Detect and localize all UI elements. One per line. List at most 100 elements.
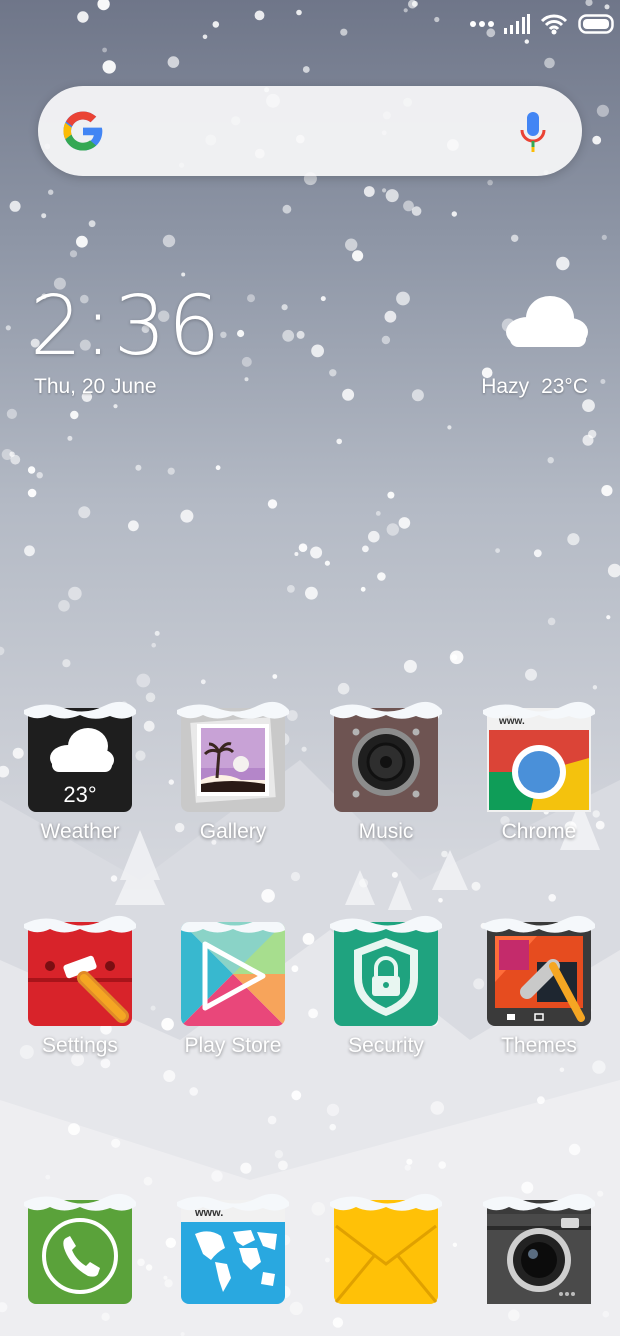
app-weather[interactable]: 23° Weather	[14, 701, 146, 844]
app-label: Chrome	[501, 820, 577, 843]
snow-cap	[24, 701, 136, 719]
app-security[interactable]: Security	[320, 915, 452, 1058]
browser-globe-icon: www.	[177, 1193, 289, 1304]
snowflake	[69, 250, 78, 258]
snowflake	[48, 189, 54, 195]
snowflake	[301, 746, 307, 752]
snowflake	[278, 1160, 288, 1171]
snowflake	[337, 682, 350, 695]
snowflake	[406, 1158, 413, 1165]
snowflake	[102, 60, 116, 74]
snowflake	[281, 304, 288, 311]
google-search-bar[interactable]	[38, 86, 582, 176]
snowflake	[368, 530, 380, 543]
app-play-store[interactable]: Play Store	[167, 922, 299, 1058]
themes-brush-icon	[483, 915, 595, 1026]
snowflake	[556, 256, 570, 271]
snowflake	[308, 1008, 318, 1019]
weather-summary[interactable]: Hazy 23°C	[469, 375, 588, 399]
snowflake	[163, 1070, 176, 1082]
snowflake	[274, 1150, 284, 1159]
snowflake	[601, 485, 613, 497]
snow-cap	[181, 922, 285, 933]
snowflake	[385, 189, 399, 203]
snowflake	[403, 8, 408, 13]
snowflake	[381, 335, 391, 345]
snowflake	[604, 4, 610, 10]
app-label: Themes	[501, 1034, 577, 1057]
google-g-icon	[63, 111, 103, 151]
phone-icon	[24, 1193, 136, 1304]
snowflake	[97, 0, 110, 11]
snowflake	[386, 523, 399, 536]
snowflake	[5, 325, 11, 331]
clock-date[interactable]: Thu, 20 June	[34, 375, 157, 399]
app-label: Music	[358, 820, 414, 843]
snowflake	[267, 499, 278, 509]
snowflake	[77, 11, 89, 23]
snowflake	[27, 466, 36, 474]
snowflake	[592, 135, 602, 145]
snowflake	[41, 213, 47, 219]
snowflake	[537, 1096, 545, 1105]
app-gallery[interactable]: Gallery	[167, 701, 299, 844]
app-chrome[interactable]: www. Chrome	[473, 701, 605, 844]
app-label: Gallery	[199, 820, 267, 843]
snowflake	[544, 57, 555, 69]
wallpaper	[0, 0, 620, 1336]
snowflake	[200, 679, 206, 685]
snowflake	[150, 1005, 156, 1011]
dock-messaging[interactable]	[320, 1193, 452, 1304]
snowflake	[377, 572, 386, 581]
dock-camera[interactable]	[473, 1193, 605, 1304]
snowflake	[408, 0, 417, 9]
snowflake	[0, 646, 5, 656]
snowflake	[290, 871, 301, 882]
snowflake	[211, 1170, 223, 1182]
battery-icon	[578, 14, 614, 34]
snowflake	[291, 1090, 302, 1101]
app-settings[interactable]: Settings	[14, 915, 146, 1058]
dock-browser[interactable]: www.	[167, 1193, 299, 1304]
snowflake	[411, 389, 424, 402]
snowflake	[340, 28, 348, 36]
snow-cap	[330, 701, 442, 719]
snowflake	[471, 881, 481, 891]
app-label: Settings	[42, 1034, 118, 1057]
snowflake	[143, 1176, 153, 1186]
app-music[interactable]: Music	[320, 701, 452, 844]
snowflake	[181, 272, 186, 277]
dock-phone[interactable]	[14, 1193, 146, 1304]
weather-icon-temp: 23°	[63, 782, 97, 807]
snowflake	[67, 435, 73, 441]
snowflake	[162, 234, 176, 248]
play-store-icon	[181, 922, 285, 1026]
snowflake	[568, 1143, 581, 1156]
snowflake	[345, 238, 358, 251]
wifi-icon	[540, 14, 568, 35]
snowflake	[533, 549, 542, 558]
snowflake	[441, 850, 448, 858]
snowflake	[6, 408, 18, 419]
snow-cap	[483, 701, 595, 719]
snowflake	[326, 1103, 340, 1117]
snowflake	[451, 211, 457, 217]
security-lock-icon	[330, 915, 442, 1026]
envelope-icon	[330, 1193, 442, 1304]
weather-temperature: 23°C	[541, 375, 588, 398]
mic-icon[interactable]	[518, 110, 548, 154]
snowflake	[111, 1138, 121, 1148]
app-themes[interactable]: Themes	[473, 915, 605, 1058]
clock-time[interactable]: 2:36	[30, 286, 222, 368]
weather-condition: Hazy	[481, 375, 530, 398]
app-label: Play Store	[184, 1034, 282, 1057]
cloud-icon[interactable]	[500, 290, 590, 350]
snowflake	[438, 1161, 447, 1169]
snowflake	[241, 356, 252, 367]
snowflake	[240, 1162, 252, 1174]
snowflake	[487, 179, 493, 186]
snowflake	[267, 1115, 277, 1125]
speaker-icon	[330, 701, 442, 812]
snowflake	[384, 310, 397, 323]
snowflake	[302, 66, 310, 73]
